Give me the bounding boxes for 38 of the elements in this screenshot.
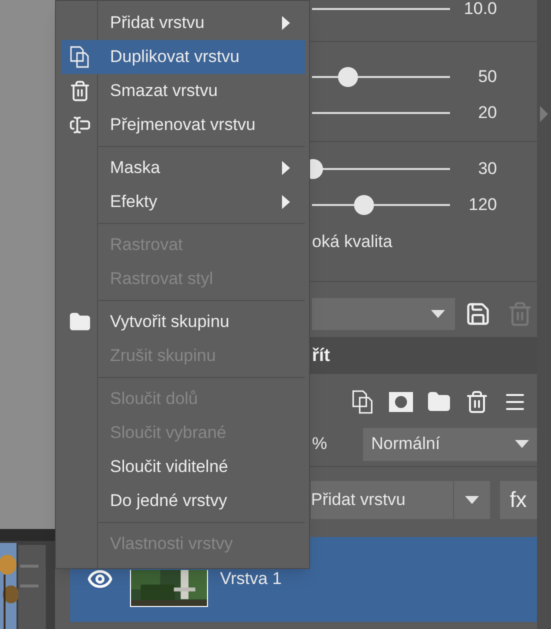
slider[interactable] — [312, 66, 450, 88]
menu-item[interactable]: Duplikovat vrstvu — [61, 40, 305, 74]
slider-value: 30 — [478, 158, 497, 180]
add-layer-dropdown[interactable]: Přidat vrstvu — [311, 480, 454, 518]
slider-value: 10.0 — [464, 0, 497, 20]
menu-item[interactable]: Sloučit viditelné — [61, 450, 305, 484]
slider-value: 50 — [478, 66, 497, 88]
rename-icon — [68, 114, 90, 136]
duplicate-icon — [68, 46, 90, 68]
mask-icon[interactable] — [389, 392, 413, 412]
save-icon[interactable] — [465, 300, 491, 326]
opacity-suffix: % — [312, 433, 328, 456]
menu-item[interactable]: Smazat vrstvu — [61, 74, 305, 108]
trash-icon — [68, 80, 90, 102]
checkbox-label: oká kvalita — [312, 231, 394, 253]
slider[interactable] — [312, 194, 450, 216]
slider-thumb[interactable] — [354, 195, 374, 215]
dropdown-button[interactable] — [454, 480, 490, 518]
duplicate-icon — [351, 390, 375, 414]
menu-item[interactable]: Přidat vrstvu — [61, 6, 305, 40]
slider-value: 120 — [468, 194, 497, 216]
folder-icon[interactable] — [427, 390, 451, 414]
slider-thumb[interactable] — [338, 67, 358, 87]
menu-item[interactable]: Vytvořit skupinu — [61, 305, 305, 339]
caret-icon — [515, 440, 529, 448]
slider-value: 20 — [478, 102, 497, 124]
menu-item[interactable]: Efekty — [61, 185, 305, 219]
fx-button[interactable]: fx — [500, 480, 537, 518]
layer-name: Vrstva 1 — [220, 568, 282, 590]
caret-icon — [431, 310, 445, 318]
folder-icon — [68, 311, 90, 333]
blend-mode-dropdown[interactable]: Normální — [363, 428, 537, 460]
caret-icon — [464, 496, 479, 504]
menu-item[interactable]: Do jedné vrstvy — [61, 484, 305, 518]
menu-item[interactable]: Přejmenovat vrstvu — [61, 108, 305, 142]
menu-item[interactable]: Maska — [61, 151, 305, 185]
section-title: řít — [312, 344, 330, 367]
trash-icon[interactable] — [465, 390, 489, 414]
